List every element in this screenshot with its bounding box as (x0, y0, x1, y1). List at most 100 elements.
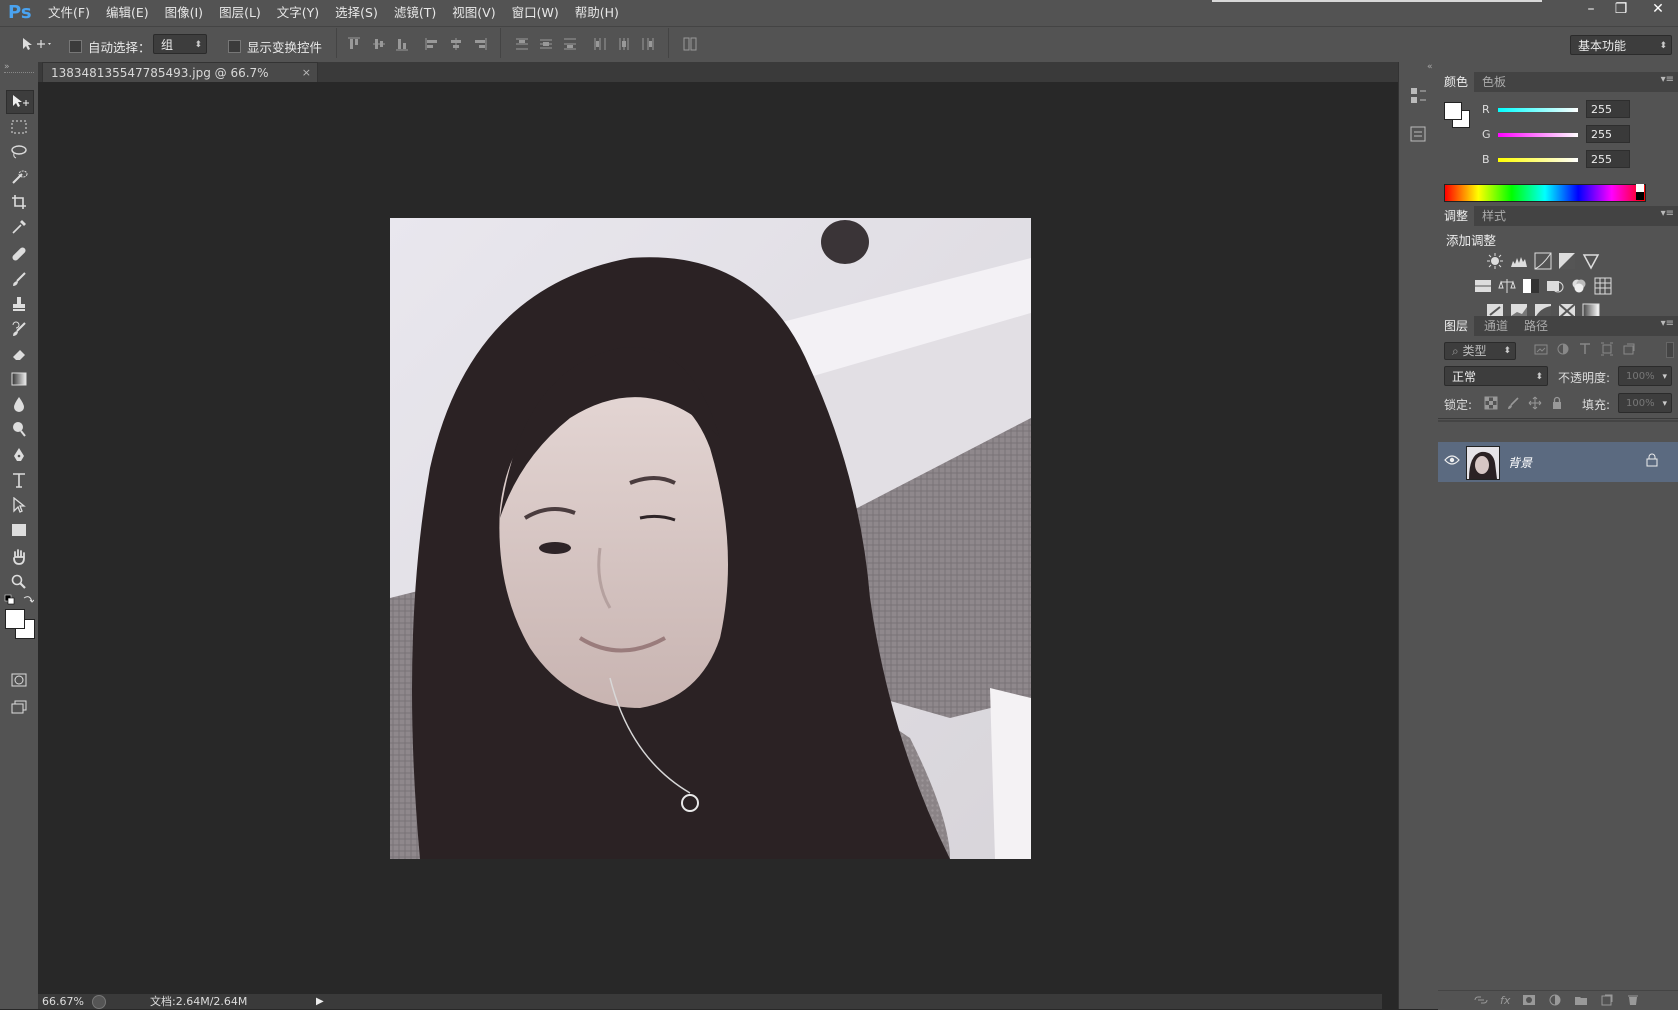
auto-select-checkbox[interactable] (69, 40, 82, 53)
panel-menu-icon[interactable]: ▾≡ (1661, 74, 1674, 85)
new-layer-icon[interactable] (1600, 994, 1614, 1006)
tab-styles[interactable]: 样式 (1476, 206, 1512, 226)
rectangle-tool-button[interactable] (6, 519, 32, 541)
properties-panel-icon[interactable] (1409, 124, 1427, 147)
document-tab[interactable]: 138348135547785493.jpg @ 66.7%(RGB/8#) × (42, 62, 318, 100)
panel-grip[interactable] (4, 72, 34, 75)
dodge-tool-button[interactable] (6, 418, 32, 440)
align-right-icon[interactable] (472, 36, 488, 52)
align-left-icon[interactable] (424, 36, 440, 52)
eye-icon[interactable] (1444, 454, 1460, 469)
align-hcenter-icon[interactable] (448, 36, 464, 52)
align-top-icon[interactable] (346, 36, 362, 52)
color-spectrum-bar[interactable] (1444, 184, 1646, 202)
brush-tool-button[interactable] (6, 268, 32, 290)
menu-type[interactable]: 文字(Y) (269, 0, 327, 26)
healing-brush-tool-button[interactable] (6, 243, 32, 265)
curves-icon[interactable] (1534, 252, 1552, 270)
layer-name[interactable]: 背景 (1508, 454, 1532, 471)
eyedropper-tool-button[interactable] (6, 216, 32, 238)
panel-menu-icon[interactable]: ▾≡ (1661, 208, 1674, 219)
collapse-panel-icon[interactable]: « (1427, 62, 1433, 72)
eraser-tool-button[interactable] (6, 343, 32, 365)
filter-toggle-switch[interactable] (1666, 342, 1674, 358)
tab-layers[interactable]: 图层 (1438, 316, 1475, 336)
gradient-tool-button[interactable] (6, 368, 32, 390)
distribute-right-icon[interactable] (640, 36, 656, 52)
filter-adjustment-icon[interactable] (1556, 342, 1570, 356)
distribute-left-icon[interactable] (592, 36, 608, 52)
tab-channels[interactable]: 通道 (1478, 316, 1514, 336)
layer-filter-dropdown[interactable]: ⌕ 类型 ⬍ (1444, 342, 1516, 360)
document-image[interactable] (390, 218, 1031, 859)
marquee-tool-button[interactable] (6, 116, 32, 138)
menu-file[interactable]: 文件(F) (40, 0, 98, 26)
tab-color[interactable]: 颜色 (1438, 72, 1475, 92)
channel-g-value[interactable]: 255 (1586, 125, 1630, 143)
tab-adjustments[interactable]: 调整 (1438, 206, 1475, 226)
channel-r-slider[interactable] (1498, 108, 1578, 112)
tab-paths[interactable]: 路径 (1518, 316, 1554, 336)
lock-pixels-icon[interactable] (1506, 396, 1520, 410)
status-menu-arrow-icon[interactable]: ▶ (316, 994, 324, 1009)
align-bottom-icon[interactable] (394, 36, 410, 52)
distribute-hcenter-icon[interactable] (616, 36, 632, 52)
auto-align-icon[interactable] (682, 36, 698, 52)
exposure-icon[interactable] (1558, 252, 1576, 270)
foreground-color-swatch[interactable] (5, 609, 25, 629)
move-tool-button[interactable] (6, 90, 34, 114)
menu-edit[interactable]: 编辑(E) (98, 0, 157, 26)
link-layers-icon[interactable] (1474, 994, 1488, 1006)
channel-g-slider[interactable] (1498, 133, 1578, 137)
hue-saturation-icon[interactable] (1474, 277, 1492, 295)
channel-mixer-icon[interactable] (1570, 277, 1588, 295)
tab-swatches[interactable]: 色板 (1476, 72, 1512, 92)
quick-mask-button[interactable] (6, 669, 32, 691)
type-tool-button[interactable] (6, 469, 32, 491)
lock-transparent-icon[interactable] (1484, 396, 1498, 410)
menu-help[interactable]: 帮助(H) (567, 0, 627, 26)
align-vcenter-icon[interactable] (371, 36, 387, 52)
channel-b-slider[interactable] (1498, 158, 1578, 162)
channel-r-value[interactable]: 255 (1586, 100, 1630, 118)
channel-b-value[interactable]: 255 (1586, 150, 1630, 168)
auto-select-dropdown[interactable]: 组 ⬍ (153, 34, 207, 54)
history-brush-tool-button[interactable] (6, 318, 32, 340)
black-white-icon[interactable] (1522, 277, 1540, 295)
lasso-tool-button[interactable] (6, 141, 32, 163)
move-tool-preset[interactable] (20, 36, 52, 55)
brightness-icon[interactable] (1486, 252, 1504, 270)
collapse-icon[interactable]: » (4, 62, 10, 72)
menu-select[interactable]: 选择(S) (327, 0, 386, 26)
blur-tool-button[interactable] (6, 393, 32, 415)
default-colors-icon[interactable] (4, 594, 16, 609)
status-info-icon[interactable] (92, 995, 106, 1009)
lock-all-icon[interactable] (1550, 396, 1564, 410)
layer-thumbnail[interactable] (1466, 446, 1500, 480)
maximize-button[interactable]: ❐ (1606, 0, 1636, 18)
fill-field[interactable]: 100% ▾ (1618, 393, 1672, 413)
filter-pixel-icon[interactable] (1534, 342, 1548, 356)
delete-layer-icon[interactable] (1626, 994, 1640, 1006)
history-panel-icon[interactable] (1409, 86, 1427, 109)
color-foreground-swatch[interactable] (1444, 102, 1462, 120)
filter-smart-object-icon[interactable] (1622, 342, 1636, 356)
crop-tool-button[interactable] (6, 191, 32, 213)
vibrance-icon[interactable] (1582, 252, 1600, 270)
spectrum-black-chip[interactable] (1636, 192, 1644, 200)
lock-position-icon[interactable] (1528, 396, 1542, 410)
new-group-icon[interactable] (1574, 994, 1588, 1006)
spectrum-white-chip[interactable] (1636, 184, 1644, 192)
adjustment-layer-icon[interactable] (1548, 994, 1562, 1006)
photo-filter-icon[interactable] (1546, 277, 1564, 295)
fx-icon[interactable]: fx (1500, 994, 1510, 1007)
layer-row[interactable]: 背景 (1438, 442, 1678, 482)
minimize-button[interactable]: – (1576, 0, 1606, 18)
screen-mode-button[interactable] (6, 696, 32, 718)
menu-view[interactable]: 视图(V) (444, 0, 503, 26)
show-transform-checkbox[interactable] (228, 40, 241, 53)
color-balance-icon[interactable] (1498, 277, 1516, 295)
quick-select-tool-button[interactable] (6, 166, 32, 188)
path-select-tool-button[interactable] (6, 494, 32, 516)
levels-icon[interactable] (1510, 252, 1528, 270)
